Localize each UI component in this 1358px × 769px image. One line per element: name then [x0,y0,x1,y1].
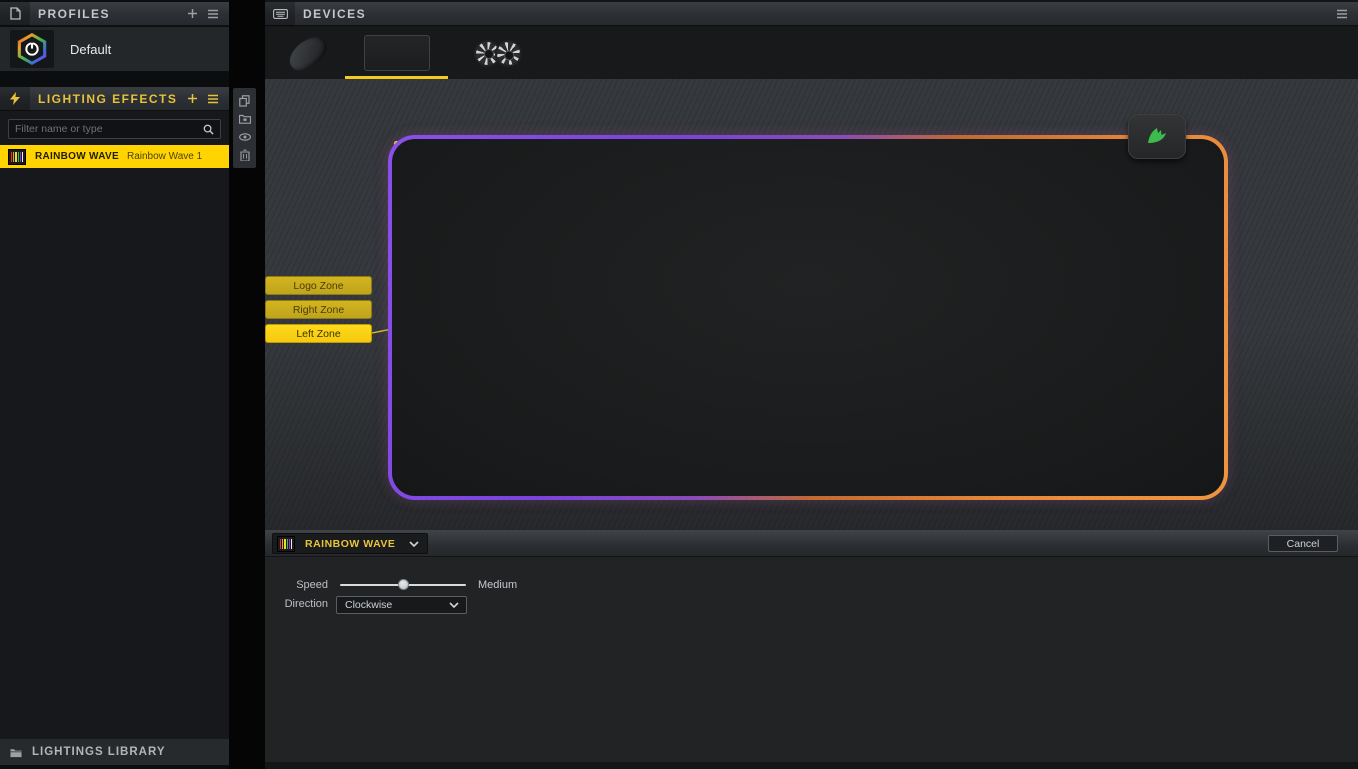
add-profile-icon[interactable] [186,8,198,20]
device-tabs-row [265,27,1358,79]
mousepad-surface [392,139,1224,496]
lighting-effects-panel-header: LIGHTING EFFECTS [0,87,229,111]
lighting-effects-list-area [0,111,229,739]
chevron-down-icon [409,541,419,547]
effects-mini-toolbar [233,88,256,168]
visibility-eye-icon[interactable] [239,131,251,143]
chevron-down-icon [449,602,459,608]
effects-filter-field [8,119,221,139]
profiles-panel-header: PROFILES [0,2,229,26]
device-lighting-canvas: Logo Zone Right Zone Left Zone [265,79,1358,530]
lightings-library-label: LIGHTINGS LIBRARY [32,746,166,758]
speed-label: Speed [265,579,328,591]
devices-panel-header: DEVICES [265,2,1358,26]
devices-main-panel: DEVICES [265,0,1358,769]
mousepad-device-outline[interactable] [388,135,1228,500]
mousepad-thumbnail-icon [364,35,430,71]
devices-panel-title: DEVICES [303,7,366,21]
lightings-library-bar[interactable]: LIGHTINGS LIBRARY [0,739,229,765]
add-effect-icon[interactable] [186,93,198,105]
search-icon[interactable] [202,123,214,135]
keyboard-icon [265,2,295,26]
mouse-thumbnail-icon [284,30,332,76]
effect-item-type: RAINBOW WAVE [35,151,119,162]
icue-app-window: PROFILES [0,0,1358,769]
zone-button-left[interactable]: Left Zone [265,324,372,343]
rainbow-swatch-icon [277,536,295,552]
device-tab-mouse[interactable] [273,31,343,75]
profiles-page-icon [0,2,30,26]
effect-editor-header: RAINBOW WAVE Cancel [265,530,1358,557]
lighting-effects-panel-title: LIGHTING EFFECTS [38,92,177,106]
mousepad-logo-zone[interactable] [1128,114,1186,159]
effect-dropdown-value: RAINBOW WAVE [305,538,395,550]
direction-select-value: Clockwise [345,599,392,611]
speed-slider[interactable] [340,578,466,592]
sidebar: PROFILES [0,0,229,769]
effect-list-item-rainbow-wave[interactable]: RAINBOW WAVE Rainbow Wave 1 [0,145,229,168]
zone-button-right[interactable]: Right Zone [265,300,372,319]
fan-icon [491,35,527,71]
speed-value: Medium [478,579,517,591]
profile-logo-icon [10,30,54,68]
effect-item-name: Rainbow Wave 1 [127,151,202,162]
profiles-panel-title: PROFILES [38,7,110,21]
effects-filter-input[interactable] [15,123,202,135]
speed-slider-thumb[interactable] [398,579,409,590]
device-tab-mousepad[interactable] [345,31,448,75]
profile-item-default[interactable]: Default [0,27,229,71]
cancel-button[interactable]: Cancel [1268,535,1338,552]
corsair-sail-logo-icon [1146,127,1168,146]
profiles-menu-icon[interactable] [207,8,219,20]
lightning-bolt-icon [0,87,30,111]
device-tab-cooler[interactable] [455,31,541,75]
devices-menu-icon[interactable] [1336,8,1348,20]
direction-label: Direction [265,598,328,610]
import-icon[interactable] [239,113,251,125]
profile-name: Default [70,42,111,57]
folder-icon [10,746,22,758]
effect-type-dropdown[interactable]: RAINBOW WAVE [272,533,428,554]
zone-button-logo[interactable]: Logo Zone [265,276,372,295]
trash-icon[interactable] [239,149,251,161]
direction-select[interactable]: Clockwise [336,596,467,614]
effects-menu-icon[interactable] [207,93,219,105]
rainbow-swatch-icon [8,149,26,165]
copy-icon[interactable] [239,95,251,107]
effect-editor-panel: RAINBOW WAVE Cancel Speed Medium Directi… [265,530,1358,762]
